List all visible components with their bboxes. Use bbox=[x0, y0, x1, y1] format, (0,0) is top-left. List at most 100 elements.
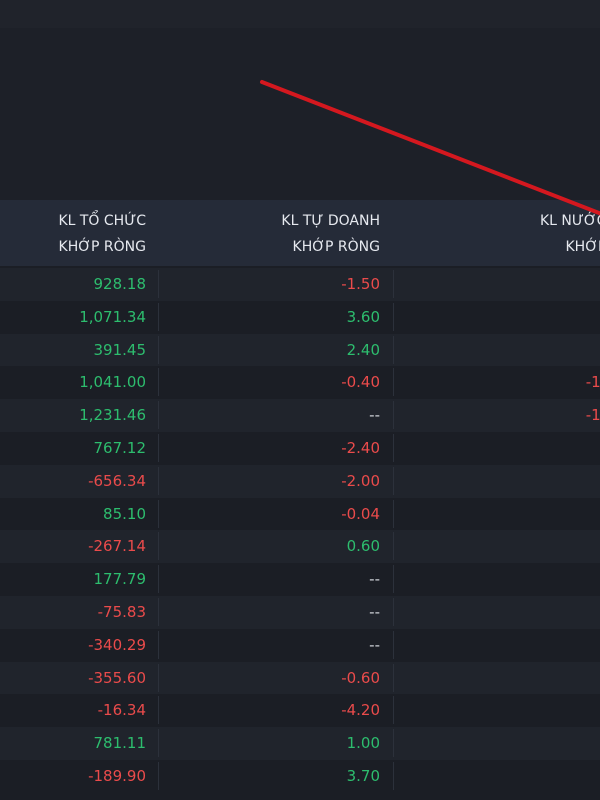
column-divider bbox=[158, 466, 159, 495]
cell-tu-doanh: 0.60 bbox=[346, 537, 380, 556]
column-divider bbox=[393, 532, 394, 561]
column-divider bbox=[393, 499, 394, 528]
table-row[interactable]: 1,041.00 -0.40 -1,0 bbox=[0, 366, 600, 400]
chart-area bbox=[0, 28, 600, 200]
table-row[interactable]: 391.45 2.40 -4 bbox=[0, 333, 600, 367]
column-divider bbox=[158, 761, 159, 790]
cell-tu-doanh: -4.20 bbox=[341, 701, 380, 720]
cell-nuoc-ngoai: -1 bbox=[395, 268, 600, 301]
column-divider bbox=[158, 597, 159, 626]
table-row[interactable]: -656.34 -2.00 2 bbox=[0, 464, 600, 498]
header-to-chuc[interactable]: KL TỔ CHỨC KHỚP RÒNG bbox=[0, 200, 146, 266]
cell-to-chuc: 1,071.34 bbox=[79, 307, 146, 326]
cell-nuoc-ngoai bbox=[395, 694, 600, 727]
header-to-chuc-line1: KL TỔ CHỨC bbox=[58, 213, 146, 229]
cell-nuoc-ngoai: -5 bbox=[395, 662, 600, 695]
cell-nuoc-ngoai: -1 bbox=[395, 629, 600, 662]
cell-tu-doanh: -- bbox=[369, 635, 380, 654]
column-divider bbox=[393, 302, 394, 331]
column-divider bbox=[158, 302, 159, 331]
cell-tu-doanh: -2.40 bbox=[341, 438, 380, 457]
column-divider bbox=[393, 401, 394, 430]
stock-trading-table-view: KL TỔ CHỨC KHỚP RÒNG KL TỰ DOANH KHỚP RÒ… bbox=[0, 0, 600, 800]
cell-to-chuc: 177.79 bbox=[93, 570, 147, 589]
table-row[interactable]: -16.34 -4.20 bbox=[0, 694, 600, 728]
cell-nuoc-ngoai-value: -1,0 bbox=[585, 406, 600, 425]
table-header: KL TỔ CHỨC KHỚP RÒNG KL TỰ DOANH KHỚP RÒ… bbox=[0, 200, 600, 266]
table-row[interactable]: 781.11 1.00 -4 bbox=[0, 727, 600, 760]
cell-tu-doanh: 3.60 bbox=[346, 307, 380, 326]
column-divider bbox=[393, 663, 394, 692]
cell-to-chuc: -267.14 bbox=[88, 537, 146, 556]
cell-nuoc-ngoai: -1,0 bbox=[395, 366, 600, 399]
cell-nuoc-ngoai: -2 bbox=[395, 596, 600, 629]
cell-nuoc-ngoai-value: -1,0 bbox=[585, 373, 600, 392]
table-row[interactable]: -355.60 -0.60 -5 bbox=[0, 661, 600, 695]
column-divider bbox=[158, 401, 159, 430]
table-row[interactable]: 1,071.34 3.60 -6 bbox=[0, 300, 600, 334]
cell-to-chuc: -340.29 bbox=[88, 635, 146, 654]
header-nuoc-ngoai-line2: KHỚP I bbox=[565, 239, 600, 255]
column-divider bbox=[393, 433, 394, 462]
table-body: 928.18-1.50-11,071.343.60-6391.452.40-41… bbox=[0, 268, 600, 793]
column-divider bbox=[158, 368, 159, 397]
cell-to-chuc: -656.34 bbox=[88, 471, 146, 490]
table-row[interactable]: -340.29 -- -1 bbox=[0, 628, 600, 662]
cell-nuoc-ngoai: 2 bbox=[395, 465, 600, 498]
column-divider bbox=[158, 696, 159, 725]
cell-to-chuc: 928.18 bbox=[93, 275, 147, 293]
table-row[interactable]: 85.10 -0.04- bbox=[0, 497, 600, 531]
cell-tu-doanh: 1.00 bbox=[346, 734, 380, 753]
column-divider bbox=[393, 597, 394, 626]
column-divider bbox=[158, 663, 159, 692]
cell-tu-doanh: -0.04 bbox=[341, 504, 380, 523]
column-divider bbox=[158, 630, 159, 659]
column-divider bbox=[393, 565, 394, 594]
cell-nuoc-ngoai: -1 bbox=[395, 563, 600, 596]
header-tu-doanh-line2: KHỚP RÒNG bbox=[292, 239, 380, 255]
header-tu-doanh[interactable]: KL TỰ DOANH KHỚP RÒNG bbox=[160, 200, 380, 266]
header-nuoc-ngoai-line1: KL NƯỚC I bbox=[539, 213, 600, 229]
table-row[interactable]: -75.83 -- -2 bbox=[0, 595, 600, 629]
column-divider bbox=[393, 696, 394, 725]
column-divider bbox=[158, 433, 159, 462]
cell-to-chuc: -189.90 bbox=[88, 766, 146, 785]
cell-nuoc-ngoai: 4 bbox=[395, 760, 600, 793]
cell-to-chuc: 781.11 bbox=[93, 734, 147, 753]
cell-tu-doanh: 2.40 bbox=[346, 340, 380, 359]
cell-nuoc-ngoai: - bbox=[395, 498, 600, 531]
table-row[interactable]: 928.18 -1.50 -1 bbox=[0, 268, 600, 301]
cell-to-chuc: 85.10 bbox=[103, 504, 146, 523]
cell-nuoc-ngoai: -6 bbox=[395, 301, 600, 334]
column-divider bbox=[158, 565, 159, 594]
table-row[interactable]: 1,231.46 -- -1,0 bbox=[0, 399, 600, 432]
column-divider bbox=[393, 761, 394, 790]
column-divider bbox=[393, 368, 394, 397]
table-row[interactable]: -189.90 3.70 4 bbox=[0, 759, 600, 793]
table-row[interactable]: 177.79 -- -1 bbox=[0, 563, 600, 596]
cell-to-chuc: -16.34 bbox=[97, 701, 146, 720]
cell-tu-doanh: 3.70 bbox=[346, 766, 380, 785]
column-divider bbox=[158, 499, 159, 528]
cell-nuoc-ngoai: -2 bbox=[395, 432, 600, 465]
column-divider bbox=[158, 335, 159, 364]
table-row[interactable]: 767.12 -2.40 -2 bbox=[0, 431, 600, 465]
cell-to-chuc: -355.60 bbox=[88, 668, 146, 687]
cell-to-chuc: 767.12 bbox=[93, 438, 147, 457]
cell-nuoc-ngoai: -4 bbox=[395, 727, 600, 760]
cell-to-chuc: -75.83 bbox=[97, 602, 146, 621]
header-nuoc-ngoai[interactable]: KL NƯỚC I KHỚP I bbox=[395, 200, 600, 266]
cell-to-chuc: 1,041.00 bbox=[79, 373, 146, 392]
cell-tu-doanh: -- bbox=[369, 570, 380, 589]
table-row[interactable]: -267.14 0.60 bbox=[0, 530, 600, 564]
cell-tu-doanh: -- bbox=[369, 406, 380, 425]
column-divider bbox=[393, 729, 394, 758]
cell-nuoc-ngoai: -4 bbox=[395, 334, 600, 367]
cell-nuoc-ngoai: -1,0 bbox=[395, 399, 600, 432]
column-divider bbox=[393, 466, 394, 495]
cell-tu-doanh: -2.00 bbox=[341, 471, 380, 490]
column-divider bbox=[393, 630, 394, 659]
column-divider bbox=[158, 532, 159, 561]
cell-to-chuc: 391.45 bbox=[93, 340, 147, 359]
cell-nuoc-ngoai bbox=[395, 530, 600, 563]
